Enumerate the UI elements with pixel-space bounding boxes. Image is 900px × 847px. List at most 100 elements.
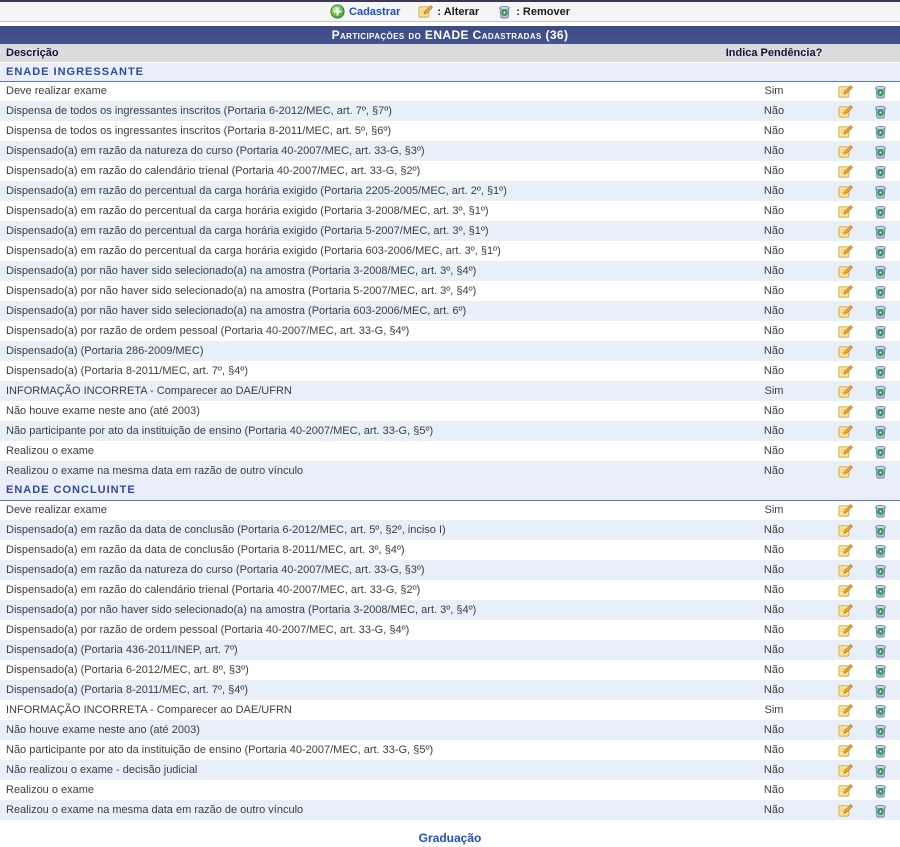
edit-note-icon[interactable] xyxy=(838,563,853,578)
edit-note-icon[interactable] xyxy=(838,743,853,758)
row-description: Realizou o exame na mesma data em razão … xyxy=(0,461,718,481)
table-row: Não participante por ato da instituição … xyxy=(0,421,900,441)
trash-icon[interactable] xyxy=(873,104,888,119)
edit-note-icon[interactable] xyxy=(838,224,853,239)
trash-icon[interactable] xyxy=(873,124,888,139)
trash-icon[interactable] xyxy=(873,224,888,239)
trash-icon[interactable] xyxy=(873,364,888,379)
table-row: Dispensa de todos os ingressantes inscri… xyxy=(0,101,900,121)
column-header-alterar xyxy=(830,44,860,62)
edit-note-icon[interactable] xyxy=(838,763,853,778)
trash-icon[interactable] xyxy=(873,563,888,578)
edit-note-icon[interactable] xyxy=(838,523,853,538)
trash-icon[interactable] xyxy=(873,723,888,738)
edit-note-icon[interactable] xyxy=(838,184,853,199)
edit-note-icon[interactable] xyxy=(838,623,853,638)
alterar-action-cell xyxy=(830,281,860,301)
trash-icon[interactable] xyxy=(873,264,888,279)
trash-icon[interactable] xyxy=(873,444,888,459)
edit-note-icon[interactable] xyxy=(838,803,853,818)
graduacao-link[interactable]: Graduação xyxy=(419,831,482,845)
edit-note-icon[interactable] xyxy=(838,723,853,738)
trash-icon[interactable] xyxy=(873,424,888,439)
remover-action-cell xyxy=(860,600,900,620)
trash-icon[interactable] xyxy=(873,663,888,678)
trash-icon[interactable] xyxy=(873,603,888,618)
alterar-legend: : Alterar xyxy=(418,4,479,19)
edit-note-icon[interactable] xyxy=(838,324,853,339)
edit-note-icon[interactable] xyxy=(838,663,853,678)
edit-note-icon[interactable] xyxy=(838,104,853,119)
edit-note-icon[interactable] xyxy=(838,284,853,299)
edit-note-icon[interactable] xyxy=(838,404,853,419)
remover-action-cell xyxy=(860,640,900,660)
edit-note-icon[interactable] xyxy=(838,583,853,598)
edit-note-icon[interactable] xyxy=(838,124,853,139)
row-indica-pendencia: Não xyxy=(718,780,830,800)
edit-note-icon[interactable] xyxy=(838,144,853,159)
edit-note-icon[interactable] xyxy=(838,344,853,359)
edit-note-icon[interactable] xyxy=(838,444,853,459)
alterar-action-cell xyxy=(830,141,860,161)
table-row: Dispensado(a) por não haver sido selecio… xyxy=(0,261,900,281)
trash-icon[interactable] xyxy=(873,743,888,758)
edit-note-icon[interactable] xyxy=(838,543,853,558)
row-description: Não houve exame neste ano (até 2003) xyxy=(0,401,718,421)
column-header-descricao: Descrição xyxy=(0,44,718,62)
trash-icon[interactable] xyxy=(873,304,888,319)
trash-icon[interactable] xyxy=(873,503,888,518)
section-header: ENADE CONCLUINTE xyxy=(0,481,900,500)
remover-action-cell xyxy=(860,201,900,221)
trash-icon[interactable] xyxy=(873,683,888,698)
trash-icon[interactable] xyxy=(873,164,888,179)
edit-note-icon[interactable] xyxy=(838,464,853,479)
row-description: Dispensa de todos os ingressantes inscri… xyxy=(0,101,718,121)
edit-note-icon[interactable] xyxy=(838,244,853,259)
edit-note-icon[interactable] xyxy=(838,503,853,518)
edit-note-icon[interactable] xyxy=(838,703,853,718)
edit-note-icon[interactable] xyxy=(838,164,853,179)
edit-note-icon[interactable] xyxy=(838,783,853,798)
trash-icon[interactable] xyxy=(873,384,888,399)
remover-action-cell xyxy=(860,660,900,680)
edit-note-icon[interactable] xyxy=(838,264,853,279)
edit-note-icon[interactable] xyxy=(838,683,853,698)
edit-note-icon[interactable] xyxy=(838,304,853,319)
edit-note-icon[interactable] xyxy=(838,603,853,618)
trash-icon[interactable] xyxy=(873,324,888,339)
section-title: ENADE CONCLUINTE xyxy=(0,481,900,500)
remover-action-cell xyxy=(860,361,900,381)
trash-icon[interactable] xyxy=(873,583,888,598)
trash-icon[interactable] xyxy=(873,523,888,538)
trash-icon[interactable] xyxy=(873,204,888,219)
trash-icon[interactable] xyxy=(873,464,888,479)
row-description: Dispensado(a) em razão do percentual da … xyxy=(0,241,718,261)
trash-icon[interactable] xyxy=(873,284,888,299)
trash-icon[interactable] xyxy=(873,703,888,718)
alterar-action-cell xyxy=(830,620,860,640)
edit-note-icon[interactable] xyxy=(838,84,853,99)
edit-note-icon[interactable] xyxy=(838,364,853,379)
row-indica-pendencia: Não xyxy=(718,580,830,600)
trash-icon[interactable] xyxy=(873,184,888,199)
edit-note-icon[interactable] xyxy=(838,204,853,219)
trash-icon[interactable] xyxy=(873,763,888,778)
row-description: INFORMAÇÃO INCORRETA - Comparecer ao DAE… xyxy=(0,700,718,720)
trash-icon[interactable] xyxy=(873,643,888,658)
trash-icon[interactable] xyxy=(873,244,888,259)
alterar-action-cell xyxy=(830,181,860,201)
trash-icon[interactable] xyxy=(873,783,888,798)
edit-note-icon[interactable] xyxy=(838,424,853,439)
trash-icon[interactable] xyxy=(873,543,888,558)
trash-icon[interactable] xyxy=(873,344,888,359)
trash-icon[interactable] xyxy=(873,84,888,99)
trash-icon[interactable] xyxy=(873,803,888,818)
cadastrar-button[interactable]: Cadastrar xyxy=(330,4,400,19)
edit-note-icon[interactable] xyxy=(838,643,853,658)
trash-icon[interactable] xyxy=(873,144,888,159)
trash-icon[interactable] xyxy=(873,404,888,419)
footer: Graduação xyxy=(0,831,900,845)
alterar-action-cell xyxy=(830,161,860,181)
trash-icon[interactable] xyxy=(873,623,888,638)
edit-note-icon[interactable] xyxy=(838,384,853,399)
